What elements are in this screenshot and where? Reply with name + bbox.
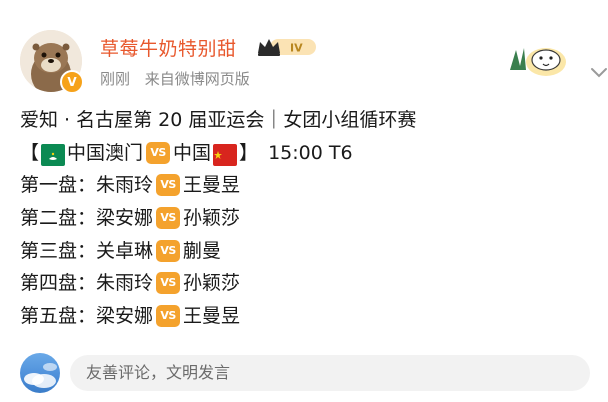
vs-badge: VS [156,207,181,230]
vs-badge: VS [146,141,171,164]
match-line: 【 中国澳门 VS 中国 】 15:00 T6 [20,137,590,170]
vs-badge: VS [156,304,181,327]
china-flag-icon [213,143,238,166]
player-b: 王曼昱 [183,304,241,327]
player-b: 孙颖莎 [183,272,241,295]
comment-bar: 友善评论，文明发言 [20,349,590,393]
game-label: 第一盘： [20,174,97,197]
post-title: 爱知 · 名古屋第 20 届亚运会｜女团小组循环赛 [20,109,417,132]
player-b: 王曼昱 [183,174,241,197]
post-header: V 草莓牛奶特别甜 IV 刚刚 来自微博网页版 [20,28,607,94]
game-line: 第三盘： 关卓琳 VS 蒯曼 [20,234,590,267]
bracket-close: 】 [239,141,259,164]
post-meta: 刚刚 来自微博网页版 [100,68,260,89]
player-a: 关卓琳 [96,239,154,262]
game-line: 第五盘： 梁安娜 VS 王曼昱 [20,300,590,333]
player-b: 孙颖莎 [183,207,241,230]
game-line: 第二盘： 梁安娜 VS 孙颖莎 [20,202,590,235]
sky-avatar-icon[interactable] [20,353,60,393]
level-text: IV [290,42,303,55]
game-line: 第一盘： 朱雨玲 VS 王曼昱 [20,169,590,202]
player-a: 梁安娜 [96,304,154,327]
game-label: 第四盘： [20,272,97,295]
game-label: 第三盘： [20,239,97,262]
verified-badge: V [60,70,84,94]
player-a: 梁安娜 [96,207,154,230]
post-content: 爱知 · 名古屋第 20 届亚运会｜女团小组循环赛 【 中国澳门 VS 中国 】… [20,104,590,332]
team-b: 中国 [173,141,212,164]
vs-badge: VS [156,272,181,295]
team-a: 中国澳门 [67,141,144,164]
player-a: 朱雨玲 [96,272,154,295]
game-label: 第二盘： [20,207,97,230]
bracket-open: 【 [20,141,40,164]
player-b: 蒯曼 [183,239,222,262]
player-a: 朱雨玲 [96,174,154,197]
macau-flag-icon [41,143,66,166]
username[interactable]: 草莓牛奶特别甜 [100,34,237,61]
game-line: 第四盘： 朱雨玲 VS 孙颖莎 [20,267,590,300]
game-label: 第五盘： [20,304,97,327]
post-source: 来自微博网页版 [144,70,250,88]
crown-level-badge-icon[interactable]: IV [256,36,322,56]
cartoon-bird-decoration-icon [506,40,568,78]
vs-badge: VS [156,174,181,197]
post-time: 刚刚 [100,70,131,88]
match-time: 15:00 T6 [268,141,353,164]
vs-badge: VS [156,239,181,262]
comment-input[interactable]: 友善评论，文明发言 [70,355,590,391]
chevron-down-icon[interactable] [590,64,608,78]
